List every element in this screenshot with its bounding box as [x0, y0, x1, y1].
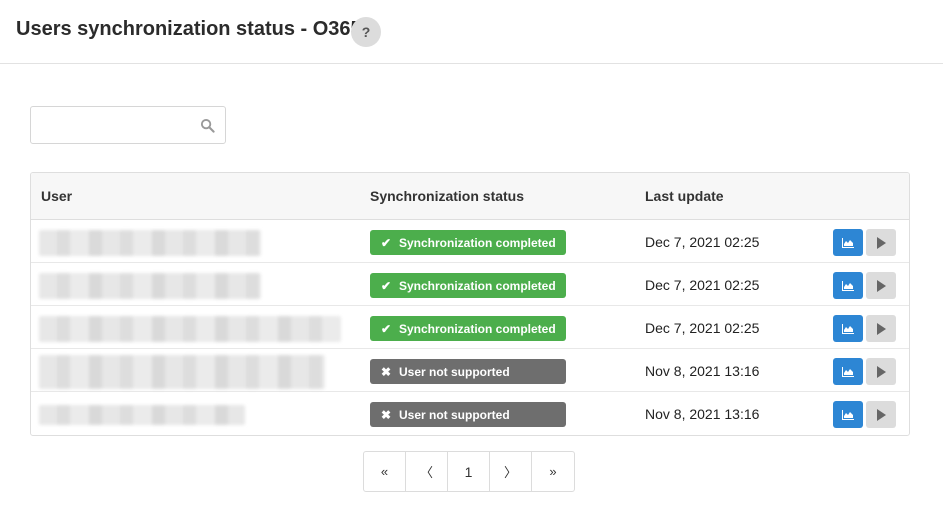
status-badge-label: Synchronization completed	[399, 278, 556, 293]
table-row: ✔ Synchronization completed Dec 7, 2021 …	[31, 263, 909, 306]
play-icon	[877, 408, 886, 421]
status-badge: ✔ Synchronization completed	[370, 273, 566, 298]
table-row: ✔ Synchronization completed Dec 7, 2021 …	[31, 220, 909, 263]
table-row: ✖ User not supported Nov 8, 2021 13:16	[31, 392, 909, 435]
status-badge: ✖ User not supported	[370, 402, 566, 427]
area-chart-icon	[842, 323, 854, 334]
check-icon: ✔	[380, 235, 392, 250]
last-page-button[interactable]: »	[532, 452, 574, 491]
column-header-user: User	[41, 188, 73, 204]
area-chart-icon	[842, 409, 854, 420]
column-header-last-update: Last update	[645, 188, 724, 204]
next-page-button[interactable]: 〉	[490, 452, 532, 491]
statistics-button[interactable]	[833, 315, 863, 342]
statistics-button[interactable]	[833, 401, 863, 428]
status-badge: ✖ User not supported	[370, 359, 566, 384]
statistics-button[interactable]	[833, 229, 863, 256]
statistics-button[interactable]	[833, 272, 863, 299]
area-chart-icon	[842, 366, 854, 377]
status-badge-label: Synchronization completed	[399, 321, 556, 336]
status-badge: ✔ Synchronization completed	[370, 230, 566, 255]
last-update: Nov 8, 2021 13:16	[645, 406, 760, 422]
run-sync-button[interactable]	[866, 358, 896, 385]
page-header: Users synchronization status - O365 ?	[0, 0, 943, 64]
page-number-1[interactable]: 1	[448, 452, 490, 491]
previous-page-button[interactable]: 〈	[406, 452, 448, 491]
check-icon: ✔	[380, 278, 392, 293]
table-row: ✔ Synchronization completed Dec 7, 2021 …	[31, 306, 909, 349]
user-name-redacted	[39, 230, 261, 256]
page-title: Users synchronization status - O365	[16, 18, 362, 40]
user-name-redacted	[39, 316, 341, 342]
x-icon: ✖	[380, 407, 392, 422]
last-update: Nov 8, 2021 13:16	[645, 363, 760, 379]
help-button[interactable]: ?	[351, 17, 381, 47]
table-row: ✖ User not supported Nov 8, 2021 13:16	[31, 349, 909, 392]
user-name-redacted	[39, 405, 245, 425]
run-sync-button[interactable]	[866, 315, 896, 342]
run-sync-button[interactable]	[866, 229, 896, 256]
area-chart-icon	[842, 237, 854, 248]
status-badge: ✔ Synchronization completed	[370, 316, 566, 341]
table-header: User Synchronization status Last update	[31, 173, 909, 220]
play-icon	[877, 279, 886, 292]
user-name-redacted	[39, 355, 325, 389]
status-badge-label: User not supported	[399, 364, 510, 379]
check-icon: ✔	[380, 321, 392, 336]
play-icon	[877, 236, 886, 249]
first-page-button[interactable]: «	[364, 452, 406, 491]
last-update: Dec 7, 2021 02:25	[645, 320, 760, 336]
x-icon: ✖	[380, 364, 392, 379]
run-sync-button[interactable]	[866, 272, 896, 299]
user-name-redacted	[39, 273, 261, 299]
search-icon[interactable]	[200, 118, 215, 133]
run-sync-button[interactable]	[866, 401, 896, 428]
play-icon	[877, 322, 886, 335]
search-input[interactable]	[31, 107, 196, 143]
status-badge-label: Synchronization completed	[399, 235, 556, 250]
search-box	[30, 106, 226, 144]
statistics-button[interactable]	[833, 358, 863, 385]
area-chart-icon	[842, 280, 854, 291]
pagination: « 〈 1 〉 »	[363, 451, 575, 492]
column-header-sync-status: Synchronization status	[370, 188, 525, 204]
status-badge-label: User not supported	[399, 407, 510, 422]
play-icon	[877, 365, 886, 378]
users-table: User Synchronization status Last update …	[30, 172, 910, 436]
last-update: Dec 7, 2021 02:25	[645, 277, 760, 293]
last-update: Dec 7, 2021 02:25	[645, 234, 760, 250]
